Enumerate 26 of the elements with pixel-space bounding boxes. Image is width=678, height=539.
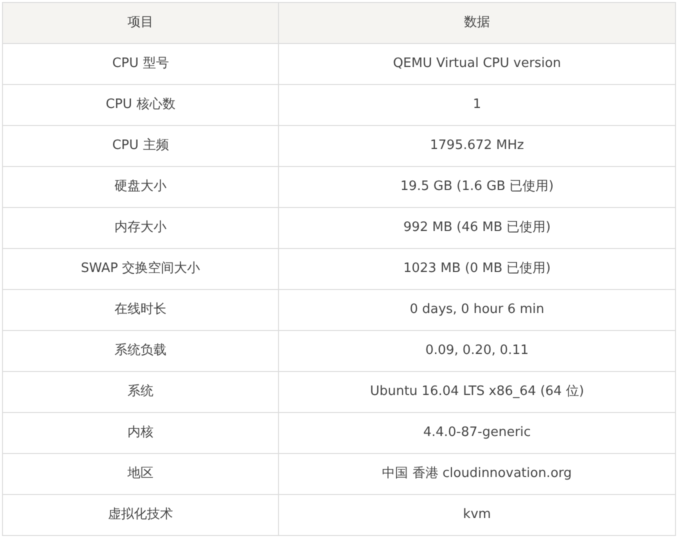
table-cell: CPU 型号 xyxy=(2,44,278,84)
column-header: 数据 xyxy=(278,2,676,44)
column-header: 项目 xyxy=(2,2,278,44)
table-cell: 内核 xyxy=(2,412,278,454)
table-cell: CPU 核心数 xyxy=(2,84,278,126)
table-cell: 地区 xyxy=(2,454,278,494)
table-cell: 19.5 GB (1.6 GB 已使用) xyxy=(278,166,676,208)
table-cell: 4.4.0-87-generic xyxy=(278,412,676,454)
table-cell: kvm xyxy=(278,494,676,536)
table-cell: 1023 MB (0 MB 已使用) xyxy=(278,248,676,290)
table-cell: 虚拟化技术 xyxy=(2,494,278,536)
table-cell: 0 days, 0 hour 6 min xyxy=(278,290,676,330)
table-cell: 1 xyxy=(278,84,676,126)
table-cell: 992 MB (46 MB 已使用) xyxy=(278,208,676,248)
table-cell: 1795.672 MHz xyxy=(278,126,676,166)
table-cell: 中国 香港 cloudinnovation.org xyxy=(278,454,676,494)
table-cell: Ubuntu 16.04 LTS x86_64 (64 位) xyxy=(278,372,676,412)
table-cell: 在线时长 xyxy=(2,290,278,330)
table-cell: 系统 xyxy=(2,372,278,412)
table-cell: QEMU Virtual CPU version xyxy=(278,44,676,84)
table-cell: 0.09, 0.20, 0.11 xyxy=(278,330,676,372)
table-cell: 内存大小 xyxy=(2,208,278,248)
table-cell: CPU 主频 xyxy=(2,126,278,166)
table-cell: 硬盘大小 xyxy=(2,166,278,208)
table-cell: 系统负载 xyxy=(2,330,278,372)
table-cell: SWAP 交换空间大小 xyxy=(2,248,278,290)
